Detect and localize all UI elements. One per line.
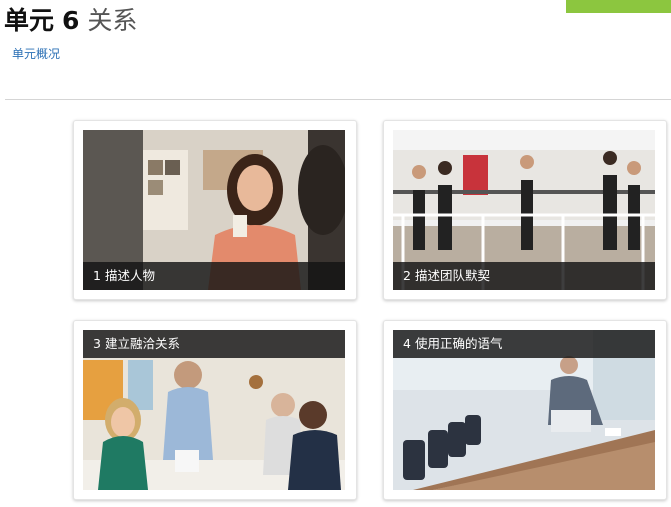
module-3-caption: 3 建立融洽关系 <box>83 330 345 358</box>
unit-number: 6 <box>61 6 80 35</box>
module-2-photo: 2 描述团队默契 <box>393 130 655 290</box>
module-2-title: 描述团队默契 <box>414 268 490 283</box>
unit-overview-link[interactable]: 单元概况 <box>12 45 60 62</box>
brand-accent-bar <box>566 0 671 13</box>
unit-label: 单元 <box>4 6 55 35</box>
header-divider <box>5 99 671 100</box>
module-1-caption: 1 描述人物 <box>83 262 345 290</box>
module-2-caption: 2 描述团队默契 <box>393 262 655 290</box>
module-card-1[interactable]: 1 描述人物 <box>73 120 357 300</box>
module-1-title: 描述人物 <box>104 268 155 283</box>
page-title: 单元 6 关系 <box>4 5 137 37</box>
module-card-3[interactable]: 3 建立融洽关系 <box>73 320 357 500</box>
module-3-number: 3 <box>93 336 101 351</box>
module-3-title: 建立融洽关系 <box>104 336 180 351</box>
module-4-title: 使用正确的语气 <box>414 336 503 351</box>
module-4-photo: 4 使用正确的语气 <box>393 330 655 490</box>
module-card-4[interactable]: 4 使用正确的语气 <box>383 320 667 500</box>
module-1-photo: 1 描述人物 <box>83 130 345 290</box>
module-3-photo: 3 建立融洽关系 <box>83 330 345 490</box>
module-4-number: 4 <box>403 336 411 351</box>
module-2-number: 2 <box>403 268 411 283</box>
module-card-2[interactable]: 2 描述团队默契 <box>383 120 667 300</box>
unit-topic: 关系 <box>87 6 138 35</box>
module-4-caption: 4 使用正确的语气 <box>393 330 655 358</box>
module-1-number: 1 <box>93 268 101 283</box>
